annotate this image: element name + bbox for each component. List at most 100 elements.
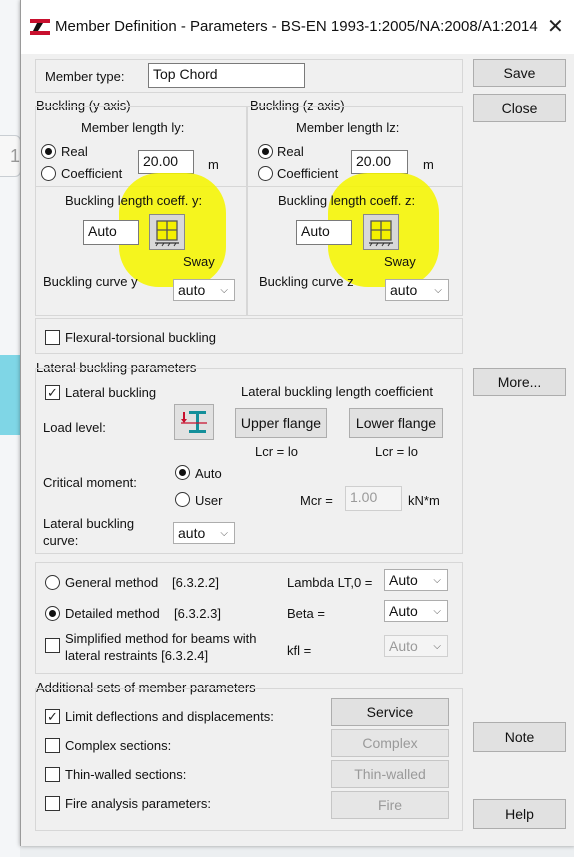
kfl-label: kfl = — [287, 643, 312, 658]
fire-analysis-checkbox[interactable] — [45, 796, 60, 811]
chevron-down-icon: ⌵ — [220, 528, 228, 539]
close-button[interactable]: Close — [473, 94, 566, 122]
buckling-curve-y-label: Buckling curve y — [43, 274, 138, 289]
lateral-buckling-checkbox[interactable]: ✓ — [45, 385, 60, 400]
member-type-field[interactable]: Top Chord — [148, 63, 305, 88]
critical-moment-user-label: User — [195, 493, 223, 508]
real-y-label: Real — [61, 144, 88, 159]
sway-z-label: Sway — [384, 254, 416, 269]
lcr-upper-text: Lcr = lo — [255, 444, 298, 459]
sway-frame-icon — [155, 220, 179, 247]
window-title: Member Definition - Parameters - BS-EN 1… — [55, 18, 538, 35]
load-level-button[interactable] — [174, 404, 214, 440]
lambda-select[interactable]: Auto ⌵ — [384, 569, 448, 591]
kfl-select[interactable]: Auto ⌵ — [384, 635, 448, 657]
buckling-coeff-y-field[interactable]: Auto — [83, 220, 139, 245]
thin-walled-button[interactable]: Thin-walled — [331, 760, 449, 788]
chevron-down-icon: ⌵ — [434, 285, 442, 296]
fire-analysis-label: Fire analysis parameters: — [65, 796, 211, 811]
chevron-down-icon: ⌵ — [220, 285, 228, 296]
save-button[interactable]: Save — [473, 59, 566, 87]
complex-sections-label: Complex sections: — [65, 738, 172, 753]
chevron-down-icon: ⌵ — [433, 606, 441, 617]
coefficient-y-label: Coefficient — [61, 166, 123, 181]
simplified-method-label-line1: Simplified method for beams with — [65, 631, 257, 646]
member-type-label: Member type: — [45, 69, 125, 84]
simplified-method-checkbox[interactable] — [45, 638, 60, 653]
length-z-field[interactable]: 20.00 — [351, 150, 408, 174]
kfl-value: Auto — [389, 638, 418, 654]
background-tab: 1 — [0, 135, 21, 177]
chevron-down-icon: ⌵ — [433, 575, 441, 586]
length-z-unit: m — [423, 157, 434, 172]
lower-flange-button[interactable]: Lower flange — [349, 408, 443, 438]
mcr-label: Mcr = — [300, 493, 333, 508]
real-y-radio[interactable] — [41, 144, 56, 159]
background-partial-text: 1 — [10, 146, 21, 166]
coefficient-y-radio[interactable] — [41, 166, 56, 181]
fire-button[interactable]: Fire — [331, 791, 449, 819]
detailed-method-label: Detailed method — [65, 606, 160, 621]
beta-select[interactable]: Auto ⌵ — [384, 600, 448, 622]
critical-moment-auto-radio[interactable] — [175, 465, 190, 480]
sway-y-label: Sway — [183, 254, 215, 269]
complex-button[interactable]: Complex — [331, 729, 449, 757]
buckling-curve-z-value: auto — [390, 282, 418, 298]
buckling-curve-y-select[interactable]: auto ⌵ — [173, 279, 235, 301]
title-bar: Member Definition - Parameters - BS-EN 1… — [21, 0, 574, 54]
real-z-radio[interactable] — [258, 144, 273, 159]
buckling-curve-z-label: Buckling curve z — [259, 274, 354, 289]
lateral-curve-label-line2: curve: — [43, 533, 79, 548]
background-shape — [0, 355, 20, 435]
service-button[interactable]: Service — [331, 698, 449, 726]
chevron-down-icon: ⌵ — [433, 641, 441, 652]
lateral-length-coeff-label: Lateral buckling length coefficient — [241, 384, 433, 399]
beta-value: Auto — [389, 603, 418, 619]
lambda-label: Lambda LT,0 = — [287, 575, 373, 590]
thin-walled-checkbox[interactable] — [45, 767, 60, 782]
length-y-unit: m — [208, 157, 219, 172]
flexural-torsional-label: Flexural-torsional buckling — [65, 330, 217, 345]
lateral-curve-value: auto — [178, 525, 206, 541]
sway-frame-icon — [369, 220, 393, 247]
general-method-radio[interactable] — [45, 575, 60, 590]
beta-label: Beta = — [287, 606, 325, 621]
sway-z-icon-button[interactable] — [363, 214, 399, 250]
real-z-label: Real — [277, 144, 304, 159]
help-button[interactable]: Help — [473, 799, 566, 829]
member-length-y-label: Member length ly: — [81, 120, 185, 135]
buckling-coeff-y-title: Buckling length coeff. y: — [65, 193, 203, 208]
flexural-torsional-checkbox[interactable] — [45, 330, 60, 345]
thin-walled-label: Thin-walled sections: — [65, 767, 187, 782]
general-method-ref: [6.3.2.2] — [172, 575, 219, 590]
complex-sections-checkbox[interactable] — [45, 738, 60, 753]
critical-moment-user-radio[interactable] — [175, 492, 190, 507]
lambda-value: Auto — [389, 572, 418, 588]
more-button[interactable]: More... — [473, 368, 566, 396]
buckling-coeff-z-field[interactable]: Auto — [296, 220, 352, 245]
general-method-label: General method — [65, 575, 159, 590]
window-close-button[interactable]: ✕ — [547, 14, 564, 39]
critical-moment-auto-label: Auto — [195, 466, 222, 481]
sway-y-icon-button[interactable] — [149, 214, 185, 250]
member-length-z-label: Member length lz: — [296, 120, 400, 135]
coefficient-z-label: Coefficient — [277, 166, 339, 181]
upper-flange-button[interactable]: Upper flange — [235, 408, 327, 438]
limit-deflections-label: Limit deflections and displacements: — [65, 709, 274, 724]
mcr-field[interactable]: 1.00 — [345, 486, 402, 511]
lcr-lower-text: Lcr = lo — [375, 444, 418, 459]
buckling-curve-y-value: auto — [178, 282, 206, 298]
lateral-curve-select[interactable]: auto ⌵ — [173, 522, 235, 544]
detailed-method-radio[interactable] — [45, 606, 60, 621]
i-beam-load-icon — [181, 411, 207, 433]
critical-moment-label: Critical moment: — [43, 475, 137, 490]
limit-deflections-checkbox[interactable]: ✓ — [45, 709, 60, 724]
member-definition-dialog: Member Definition - Parameters - BS-EN 1… — [20, 0, 574, 846]
mcr-unit: kN*m — [408, 493, 440, 508]
length-y-field[interactable]: 20.00 — [138, 150, 194, 174]
note-button[interactable]: Note — [473, 722, 566, 752]
coefficient-z-radio[interactable] — [258, 166, 273, 181]
buckling-curve-z-select[interactable]: auto ⌵ — [385, 279, 449, 301]
simplified-method-label-line2: lateral restraints [6.3.2.4] — [65, 648, 209, 663]
lateral-curve-label-line1: Lateral buckling — [43, 516, 135, 531]
